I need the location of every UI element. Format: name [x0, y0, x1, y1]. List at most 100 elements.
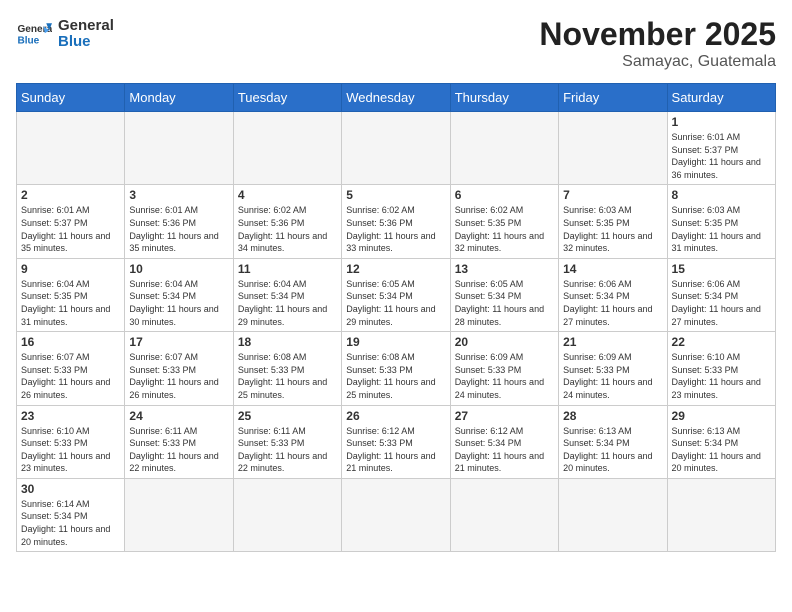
- day-header-friday: Friday: [559, 84, 667, 112]
- day-info: Sunrise: 6:07 AM Sunset: 5:33 PM Dayligh…: [21, 351, 120, 401]
- day-number: 20: [455, 335, 554, 349]
- day-number: 21: [563, 335, 662, 349]
- day-info: Sunrise: 6:12 AM Sunset: 5:33 PM Dayligh…: [346, 425, 445, 475]
- calendar-cell: 28 Sunrise: 6:13 AM Sunset: 5:34 PM Dayli…: [559, 405, 667, 478]
- day-info: Sunrise: 6:11 AM Sunset: 5:33 PM Dayligh…: [238, 425, 337, 475]
- day-header-saturday: Saturday: [667, 84, 775, 112]
- day-info: Sunrise: 6:04 AM Sunset: 5:34 PM Dayligh…: [129, 278, 228, 328]
- day-number: 28: [563, 409, 662, 423]
- month-title: November 2025: [539, 16, 776, 53]
- day-number: 13: [455, 262, 554, 276]
- calendar-cell: 6 Sunrise: 6:02 AM Sunset: 5:35 PM Daylig…: [450, 185, 558, 258]
- calendar-cell: 19Sunrise: 6:08 AM Sunset: 5:33 PM Dayli…: [342, 332, 450, 405]
- calendar-cell: 5 Sunrise: 6:02 AM Sunset: 5:36 PM Daylig…: [342, 185, 450, 258]
- calendar-cell: 29Sunrise: 6:13 AM Sunset: 5:34 PM Dayli…: [667, 405, 775, 478]
- location-title: Samayac, Guatemala: [539, 53, 776, 71]
- calendar-cell: 18 Sunrise: 6:08 AM Sunset: 5:33 PM Dayli…: [233, 332, 341, 405]
- day-info: Sunrise: 6:04 AM Sunset: 5:35 PM Dayligh…: [21, 278, 120, 328]
- day-number: 5: [346, 188, 445, 202]
- day-info: Sunrise: 6:07 AM Sunset: 5:33 PM Dayligh…: [129, 351, 228, 401]
- day-number: 9: [21, 262, 120, 276]
- calendar-cell: 21 Sunrise: 6:09 AM Sunset: 5:33 PM Dayli…: [559, 332, 667, 405]
- day-header-thursday: Thursday: [450, 84, 558, 112]
- calendar-cell: [559, 112, 667, 185]
- calendar-cell: 25Sunrise: 6:11 AM Sunset: 5:33 PM Dayli…: [233, 405, 341, 478]
- day-number: 4: [238, 188, 337, 202]
- logo-blue-text: Blue: [58, 34, 114, 51]
- day-info: Sunrise: 6:05 AM Sunset: 5:34 PM Dayligh…: [346, 278, 445, 328]
- day-number: 6: [455, 188, 554, 202]
- day-info: Sunrise: 6:11 AM Sunset: 5:33 PM Dayligh…: [129, 425, 228, 475]
- day-number: 16: [21, 335, 120, 349]
- calendar-cell: [233, 478, 341, 551]
- logo-icon: General Blue: [16, 16, 52, 52]
- calendar-cell: [667, 478, 775, 551]
- calendar-cell: 17Sunrise: 6:07 AM Sunset: 5:33 PM Dayli…: [125, 332, 233, 405]
- calendar-cell: [17, 112, 125, 185]
- svg-text:Blue: Blue: [17, 35, 39, 46]
- day-number: 26: [346, 409, 445, 423]
- day-number: 14: [563, 262, 662, 276]
- calendar-cell: [233, 112, 341, 185]
- day-number: 10: [129, 262, 228, 276]
- day-number: 29: [672, 409, 771, 423]
- day-number: 7: [563, 188, 662, 202]
- day-info: Sunrise: 6:03 AM Sunset: 5:35 PM Dayligh…: [563, 204, 662, 254]
- day-number: 27: [455, 409, 554, 423]
- calendar-cell: [125, 112, 233, 185]
- calendar-table: SundayMondayTuesdayWednesdayThursdayFrid…: [16, 83, 776, 552]
- calendar-cell: 1 Sunrise: 6:01 AM Sunset: 5:37 PM Daylig…: [667, 112, 775, 185]
- calendar-cell: 9 Sunrise: 6:04 AM Sunset: 5:35 PM Daylig…: [17, 258, 125, 331]
- day-info: Sunrise: 6:12 AM Sunset: 5:34 PM Dayligh…: [455, 425, 554, 475]
- day-info: Sunrise: 6:09 AM Sunset: 5:33 PM Dayligh…: [563, 351, 662, 401]
- day-info: Sunrise: 6:02 AM Sunset: 5:35 PM Dayligh…: [455, 204, 554, 254]
- day-info: Sunrise: 6:09 AM Sunset: 5:33 PM Dayligh…: [455, 351, 554, 401]
- calendar-cell: 10 Sunrise: 6:04 AM Sunset: 5:34 PM Dayli…: [125, 258, 233, 331]
- calendar-cell: 2 Sunrise: 6:01 AM Sunset: 5:37 PM Daylig…: [17, 185, 125, 258]
- calendar-cell: 11Sunrise: 6:04 AM Sunset: 5:34 PM Dayli…: [233, 258, 341, 331]
- day-header-monday: Monday: [125, 84, 233, 112]
- calendar-cell: 7 Sunrise: 6:03 AM Sunset: 5:35 PM Daylig…: [559, 185, 667, 258]
- day-number: 30: [21, 482, 120, 496]
- title-block: November 2025 Samayac, Guatemala: [539, 16, 776, 71]
- calendar-cell: [559, 478, 667, 551]
- calendar-cell: 27 Sunrise: 6:12 AM Sunset: 5:34 PM Dayli…: [450, 405, 558, 478]
- day-number: 3: [129, 188, 228, 202]
- day-info: Sunrise: 6:13 AM Sunset: 5:34 PM Dayligh…: [563, 425, 662, 475]
- day-info: Sunrise: 6:01 AM Sunset: 5:36 PM Dayligh…: [129, 204, 228, 254]
- day-header-sunday: Sunday: [17, 84, 125, 112]
- calendar-week-row: 30 Sunrise: 6:14 AM Sunset: 5:34 PM Dayli…: [17, 478, 776, 551]
- logo: General Blue General Blue: [16, 16, 114, 52]
- page-header: General Blue General Blue November 2025 …: [16, 16, 776, 71]
- day-number: 22: [672, 335, 771, 349]
- calendar-cell: 3 Sunrise: 6:01 AM Sunset: 5:36 PM Daylig…: [125, 185, 233, 258]
- calendar-cell: [342, 112, 450, 185]
- day-info: Sunrise: 6:02 AM Sunset: 5:36 PM Dayligh…: [346, 204, 445, 254]
- day-header-wednesday: Wednesday: [342, 84, 450, 112]
- day-info: Sunrise: 6:10 AM Sunset: 5:33 PM Dayligh…: [21, 425, 120, 475]
- day-number: 1: [672, 115, 771, 129]
- day-number: 2: [21, 188, 120, 202]
- calendar-cell: 8Sunrise: 6:03 AM Sunset: 5:35 PM Daylig…: [667, 185, 775, 258]
- calendar-cell: 4Sunrise: 6:02 AM Sunset: 5:36 PM Daylig…: [233, 185, 341, 258]
- calendar-cell: [450, 112, 558, 185]
- calendar-week-row: 1 Sunrise: 6:01 AM Sunset: 5:37 PM Daylig…: [17, 112, 776, 185]
- day-number: 24: [129, 409, 228, 423]
- calendar-cell: 14Sunrise: 6:06 AM Sunset: 5:34 PM Dayli…: [559, 258, 667, 331]
- calendar-week-row: 2 Sunrise: 6:01 AM Sunset: 5:37 PM Daylig…: [17, 185, 776, 258]
- logo-general-text: General: [58, 18, 114, 35]
- day-number: 15: [672, 262, 771, 276]
- calendar-cell: 13Sunrise: 6:05 AM Sunset: 5:34 PM Dayli…: [450, 258, 558, 331]
- day-number: 23: [21, 409, 120, 423]
- day-info: Sunrise: 6:08 AM Sunset: 5:33 PM Dayligh…: [238, 351, 337, 401]
- day-info: Sunrise: 6:14 AM Sunset: 5:34 PM Dayligh…: [21, 498, 120, 548]
- calendar-cell: 30 Sunrise: 6:14 AM Sunset: 5:34 PM Dayli…: [17, 478, 125, 551]
- day-info: Sunrise: 6:10 AM Sunset: 5:33 PM Dayligh…: [672, 351, 771, 401]
- day-number: 18: [238, 335, 337, 349]
- day-info: Sunrise: 6:01 AM Sunset: 5:37 PM Dayligh…: [672, 131, 771, 181]
- calendar-cell: 16 Sunrise: 6:07 AM Sunset: 5:33 PM Dayli…: [17, 332, 125, 405]
- calendar-week-row: 16 Sunrise: 6:07 AM Sunset: 5:33 PM Dayli…: [17, 332, 776, 405]
- calendar-cell: [125, 478, 233, 551]
- day-number: 8: [672, 188, 771, 202]
- day-info: Sunrise: 6:01 AM Sunset: 5:37 PM Dayligh…: [21, 204, 120, 254]
